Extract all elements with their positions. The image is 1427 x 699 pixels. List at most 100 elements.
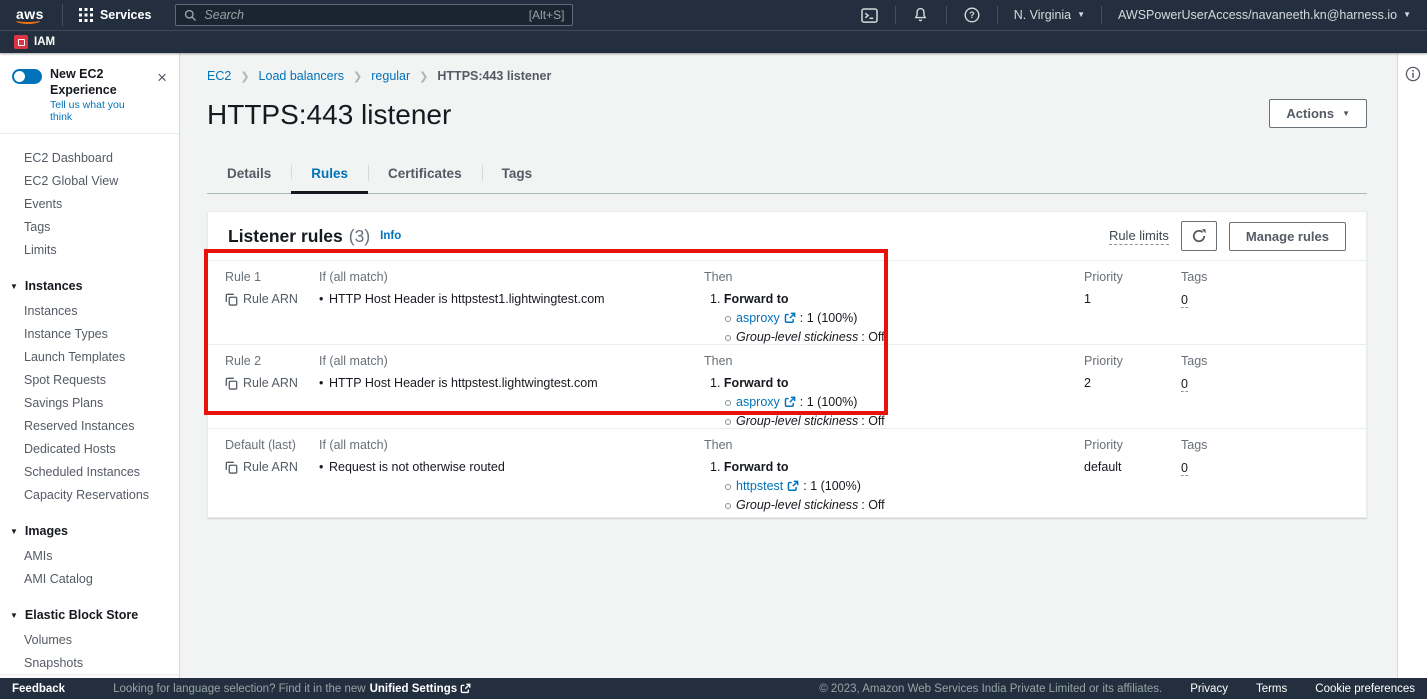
search-input[interactable]: Search [Alt+S] (175, 4, 573, 26)
copy-icon (225, 377, 238, 390)
breadcrumb-load-balancers[interactable]: Load balancers (259, 69, 344, 83)
breadcrumb-ec2[interactable]: EC2 (207, 69, 231, 83)
notifications-button[interactable] (906, 3, 936, 27)
tell-us-link[interactable]: Tell us what you think (50, 99, 145, 123)
external-link-icon (784, 396, 796, 408)
nav-divider (62, 4, 63, 26)
tab-bar: Details Rules Certificates Tags (207, 157, 1367, 194)
rule-arn-copy[interactable]: Rule ARN (225, 376, 319, 390)
rule-limits-link[interactable]: Rule limits (1109, 228, 1169, 245)
cloudshell-button[interactable] (855, 3, 885, 27)
if-header: If (all match) (319, 354, 704, 368)
breadcrumb-regular[interactable]: regular (371, 69, 410, 83)
forward-target: asproxy : 1 (100%) (704, 395, 1084, 409)
sidebar-item-capacity-reservations[interactable]: Capacity Reservations (0, 483, 179, 506)
priority-header: Priority (1084, 354, 1181, 368)
info-link[interactable]: Info (380, 230, 401, 242)
aws-logo[interactable]: aws (16, 6, 44, 24)
tab-details[interactable]: Details (207, 157, 291, 193)
actions-button[interactable]: Actions ▼ (1269, 99, 1367, 128)
refresh-icon (1191, 228, 1207, 244)
sidebar-item-spot-requests[interactable]: Spot Requests (0, 368, 179, 391)
favorites-bar: IAM (0, 30, 1427, 53)
close-icon[interactable]: × (153, 67, 171, 88)
sidebar-item-instances[interactable]: Instances (0, 299, 179, 322)
target-group-link[interactable]: asproxy (736, 311, 780, 325)
terms-link[interactable]: Terms (1256, 683, 1287, 695)
tab-tags[interactable]: Tags (482, 157, 553, 193)
tab-certificates[interactable]: Certificates (368, 157, 482, 193)
sidebar-item-amis[interactable]: AMIs (0, 544, 179, 567)
target-group-link[interactable]: asproxy (736, 395, 780, 409)
bell-icon (913, 7, 928, 23)
info-panel-button[interactable] (1402, 63, 1424, 85)
cookie-preferences-link[interactable]: Cookie preferences (1315, 683, 1415, 695)
sidebar-item-dedicated-hosts[interactable]: Dedicated Hosts (0, 437, 179, 460)
rule-row-1: Rule 1 Rule ARN If (all match) HTTP Host… (208, 261, 1366, 345)
copy-icon (225, 293, 238, 306)
sidebar-section-elastic-block-store[interactable]: ▼ Elastic Block Store (0, 604, 179, 626)
rule-name: Rule 2 (225, 354, 319, 368)
sidebar-item-reserved-instances[interactable]: Reserved Instances (0, 414, 179, 437)
tags-count-link[interactable]: 0 (1181, 377, 1188, 392)
chevron-down-icon: ▼ (1342, 110, 1350, 118)
sidebar-item-instance-types[interactable]: Instance Types (0, 322, 179, 345)
sidebar-item-ec2-dashboard[interactable]: EC2 Dashboard (0, 146, 179, 169)
sidebar-item-limits[interactable]: Limits (0, 238, 179, 261)
tab-rules[interactable]: Rules (291, 157, 368, 194)
new-ec2-experience-box: New EC2 Experience Tell us what you thin… (0, 53, 179, 134)
sidebar-item-snapshots[interactable]: Snapshots (0, 651, 179, 674)
tags-header: Tags (1181, 438, 1366, 452)
nav-separator (895, 6, 896, 24)
account-menu[interactable]: AWSPowerUserAccess/navaneeth.kn@harness.… (1112, 8, 1417, 22)
rule-arn-copy[interactable]: Rule ARN (225, 460, 319, 474)
refresh-button[interactable] (1181, 221, 1217, 251)
sidebar-item-events[interactable]: Events (0, 192, 179, 215)
sidebar: New EC2 Experience Tell us what you thin… (0, 53, 180, 678)
sidebar-item-ec2-global-view[interactable]: EC2 Global View (0, 169, 179, 192)
help-question-icon: ? (964, 7, 980, 23)
help-button[interactable]: ? (957, 3, 987, 27)
triangle-down-icon: ▼ (10, 527, 18, 536)
sidebar-item-tags[interactable]: Tags (0, 215, 179, 238)
breadcrumb: EC2 ❯ Load balancers ❯ regular ❯ HTTPS:4… (207, 69, 1367, 83)
region-label: N. Virginia (1014, 8, 1071, 22)
favorite-iam-link[interactable]: IAM (34, 36, 55, 48)
if-header: If (all match) (319, 438, 704, 452)
sidebar-section-instances[interactable]: ▼ Instances (0, 275, 179, 297)
then-header: Then (704, 354, 1084, 368)
tags-count-link[interactable]: 0 (1181, 461, 1188, 476)
main-content: EC2 ❯ Load balancers ❯ regular ❯ HTTPS:4… (180, 53, 1397, 678)
tags-count-link[interactable]: 0 (1181, 293, 1188, 308)
iam-service-icon (14, 35, 28, 49)
rule-row-default: Default (last) Rule ARN If (all match) R… (208, 429, 1366, 517)
priority-header: Priority (1084, 438, 1181, 452)
tags-header: Tags (1181, 354, 1366, 368)
info-icon (1405, 66, 1421, 82)
rule-arn-copy[interactable]: Rule ARN (225, 292, 319, 306)
target-group-link[interactable]: httpstest (736, 479, 783, 493)
copyright-text: © 2023, Amazon Web Services India Privat… (819, 683, 1162, 695)
privacy-link[interactable]: Privacy (1190, 683, 1228, 695)
sidebar-item-volumes[interactable]: Volumes (0, 628, 179, 651)
sidebar-item-ami-catalog[interactable]: AMI Catalog (0, 567, 179, 590)
unified-settings-link[interactable]: Unified Settings (370, 683, 472, 695)
priority-value: 1 (1084, 292, 1181, 306)
aws-logo-text: aws (16, 6, 44, 22)
new-experience-toggle[interactable] (12, 69, 42, 84)
external-link-icon (784, 312, 796, 324)
then-header: Then (704, 438, 1084, 452)
sidebar-item-launch-templates[interactable]: Launch Templates (0, 345, 179, 368)
manage-rules-button[interactable]: Manage rules (1229, 222, 1346, 251)
region-selector[interactable]: N. Virginia ▼ (1008, 8, 1091, 22)
sidebar-item-scheduled-instances[interactable]: Scheduled Instances (0, 460, 179, 483)
tags-header: Tags (1181, 270, 1366, 284)
new-experience-title: New EC2 Experience (50, 67, 145, 98)
language-selection-text: Looking for language selection? Find it … (113, 683, 366, 695)
search-shortcut-hint: [Alt+S] (529, 8, 565, 22)
sidebar-section-images[interactable]: ▼ Images (0, 520, 179, 542)
services-label: Services (100, 8, 151, 22)
sidebar-item-savings-plans[interactable]: Savings Plans (0, 391, 179, 414)
services-menu-button[interactable]: Services (73, 8, 157, 22)
feedback-link[interactable]: Feedback (12, 683, 65, 695)
